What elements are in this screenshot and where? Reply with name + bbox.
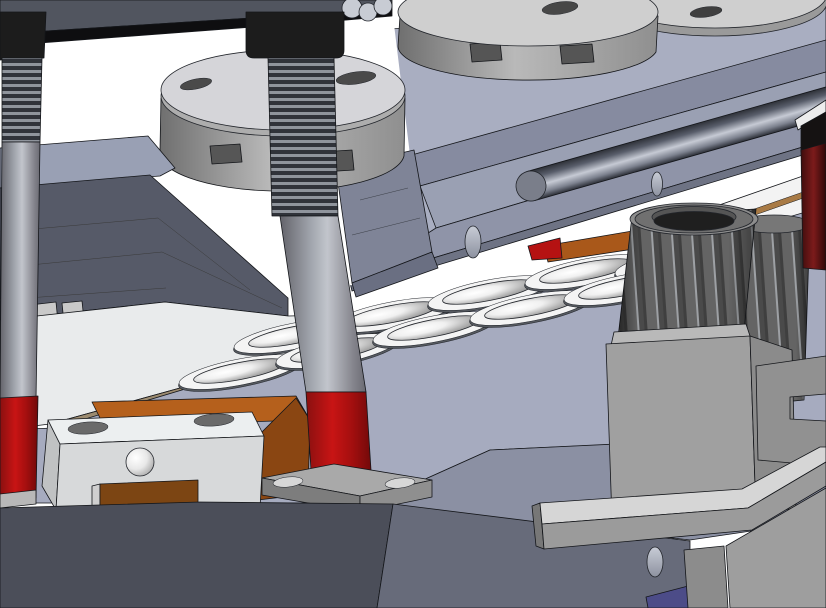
post-body: [0, 142, 40, 400]
screw-head: [0, 12, 46, 60]
scallop-part: [374, 0, 392, 15]
thread-section: [2, 58, 42, 142]
dowel-hole: [126, 448, 154, 476]
urethane-spring: [0, 396, 38, 500]
bushing-notch: [560, 44, 594, 64]
thread-section: [268, 58, 338, 216]
die-block-white: [42, 412, 264, 512]
rail-peg: [647, 547, 663, 577]
dowel-peg-small: [652, 172, 663, 196]
die-shoe-front-face: [0, 502, 393, 608]
scallop-part: [342, 0, 362, 18]
screw-head: [246, 12, 344, 58]
guide-bushing-center: [398, 0, 658, 80]
spline-bore: [654, 212, 734, 231]
support-column: [684, 546, 728, 608]
cad-viewport[interactable]: [0, 0, 826, 608]
maroon-body: [801, 143, 826, 270]
bushing-notch: [210, 144, 242, 164]
dowel-peg: [465, 226, 481, 258]
